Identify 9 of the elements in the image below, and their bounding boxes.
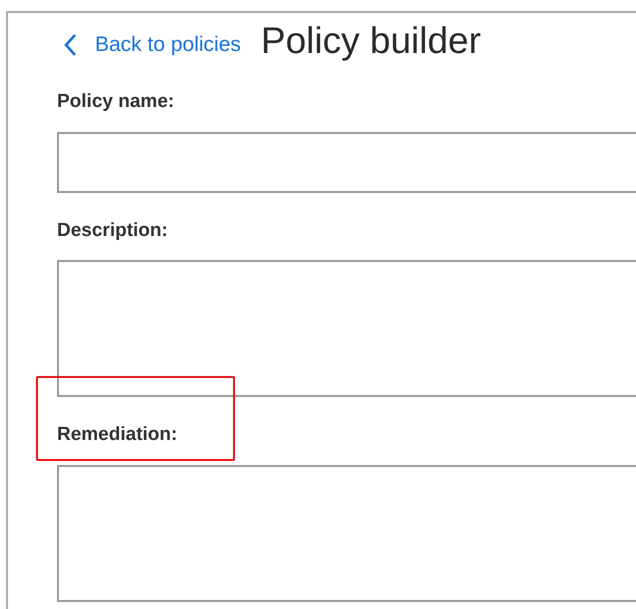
back-link[interactable]: Back to policies xyxy=(57,28,241,60)
field-label: Policy name: xyxy=(57,90,176,114)
field-label: Description: xyxy=(57,218,169,242)
text-area[interactable] xyxy=(57,464,636,602)
text-area[interactable] xyxy=(57,260,636,397)
field-label: Remediation: xyxy=(57,423,178,447)
page-title: Policy builder xyxy=(260,19,481,64)
back-icon xyxy=(63,32,77,56)
input-field[interactable] xyxy=(57,132,636,192)
